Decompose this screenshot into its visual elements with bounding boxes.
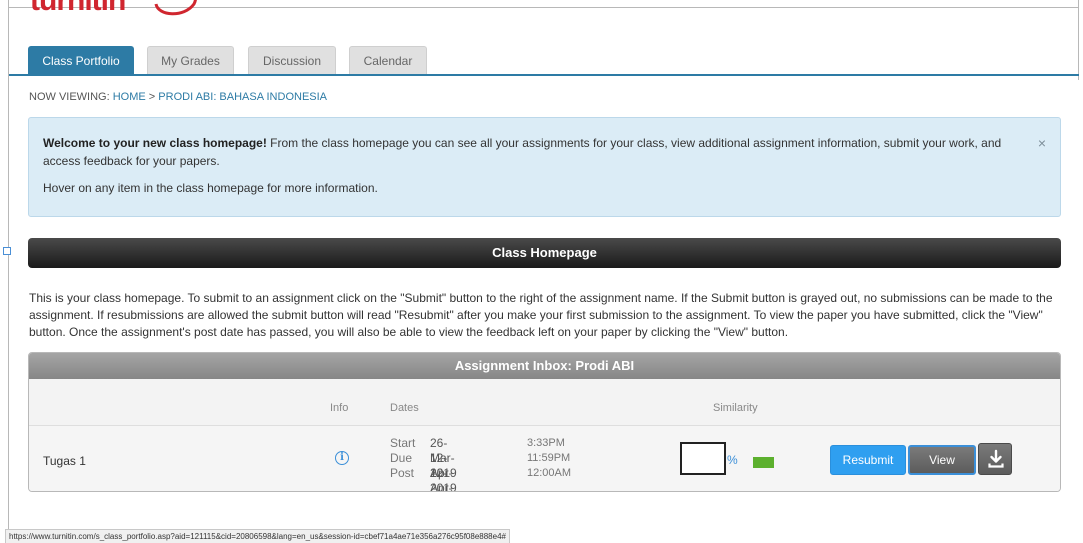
assignment-inbox: Assignment Inbox: Prodi ABI Info Dates S…	[28, 352, 1061, 492]
assignment-name: Tugas 1	[43, 454, 86, 468]
time-value: 12:00AM	[527, 467, 572, 479]
date-label: Due	[390, 451, 413, 465]
tab-class-portfolio[interactable]: Class Portfolio	[28, 46, 134, 74]
column-header-dates: Dates	[390, 402, 419, 414]
tab-bar: Class Portfolio My Grades Discussion Cal…	[9, 46, 1079, 76]
download-button[interactable]	[978, 443, 1012, 475]
class-homepage-header: Class Homepage	[28, 238, 1061, 268]
column-header-similarity: Similarity	[713, 402, 758, 414]
view-button[interactable]: View	[908, 445, 976, 475]
breadcrumb-prefix: NOW VIEWING:	[29, 91, 110, 103]
info-icon[interactable]: i	[335, 451, 349, 465]
welcome-heading: Welcome to your new class homepage!	[43, 136, 267, 150]
logo-swoosh-icon	[154, 0, 197, 16]
similarity-score-box[interactable]	[680, 442, 726, 475]
tab-calendar[interactable]: Calendar	[349, 46, 427, 74]
breadcrumb-separator: >	[148, 91, 156, 103]
welcome-hover-text: Hover on any item in the class homepage …	[43, 181, 378, 195]
breadcrumb-home-link[interactable]: HOME	[113, 91, 146, 103]
assignment-row: Tugas 1 i Start 26-Mar-2019 3:33PM Due 1…	[29, 426, 1060, 492]
similarity-percent: %	[727, 453, 738, 467]
date-value: 12-Apr-2019	[430, 466, 453, 492]
download-icon	[988, 449, 1004, 468]
window-border-left	[8, 0, 9, 542]
assignment-column-headers: Info Dates Similarity	[29, 379, 1060, 426]
assignment-inbox-title: Assignment Inbox: Prodi ABI	[29, 353, 1060, 379]
time-value: 3:33PM	[527, 437, 565, 449]
date-label: Post	[390, 466, 415, 480]
column-header-info: Info	[330, 402, 349, 414]
similarity-color-bar[interactable]	[753, 457, 774, 468]
class-homepage-description: This is your class homepage. To submit t…	[29, 291, 1053, 339]
resubmit-button[interactable]: Resubmit	[830, 445, 906, 475]
breadcrumb: NOW VIEWING: HOME > PRODI ABI: BAHASA IN…	[29, 91, 327, 103]
date-label: Start	[390, 436, 416, 450]
breadcrumb-current-link[interactable]: PRODI ABI: BAHASA INDONESIA	[158, 91, 327, 103]
tab-my-grades[interactable]: My Grades	[147, 46, 234, 74]
tab-discussion[interactable]: Discussion	[248, 46, 336, 74]
resize-handle[interactable]	[3, 247, 11, 255]
browser-status-bar: https://www.turnitin.com/s_class_portfol…	[5, 529, 510, 543]
welcome-alert: Welcome to your new class homepage! From…	[28, 117, 1061, 217]
close-icon[interactable]: ×	[1038, 134, 1046, 152]
turnitin-logo: turnitin	[30, 0, 126, 17]
time-value: 11:59PM	[527, 452, 571, 464]
